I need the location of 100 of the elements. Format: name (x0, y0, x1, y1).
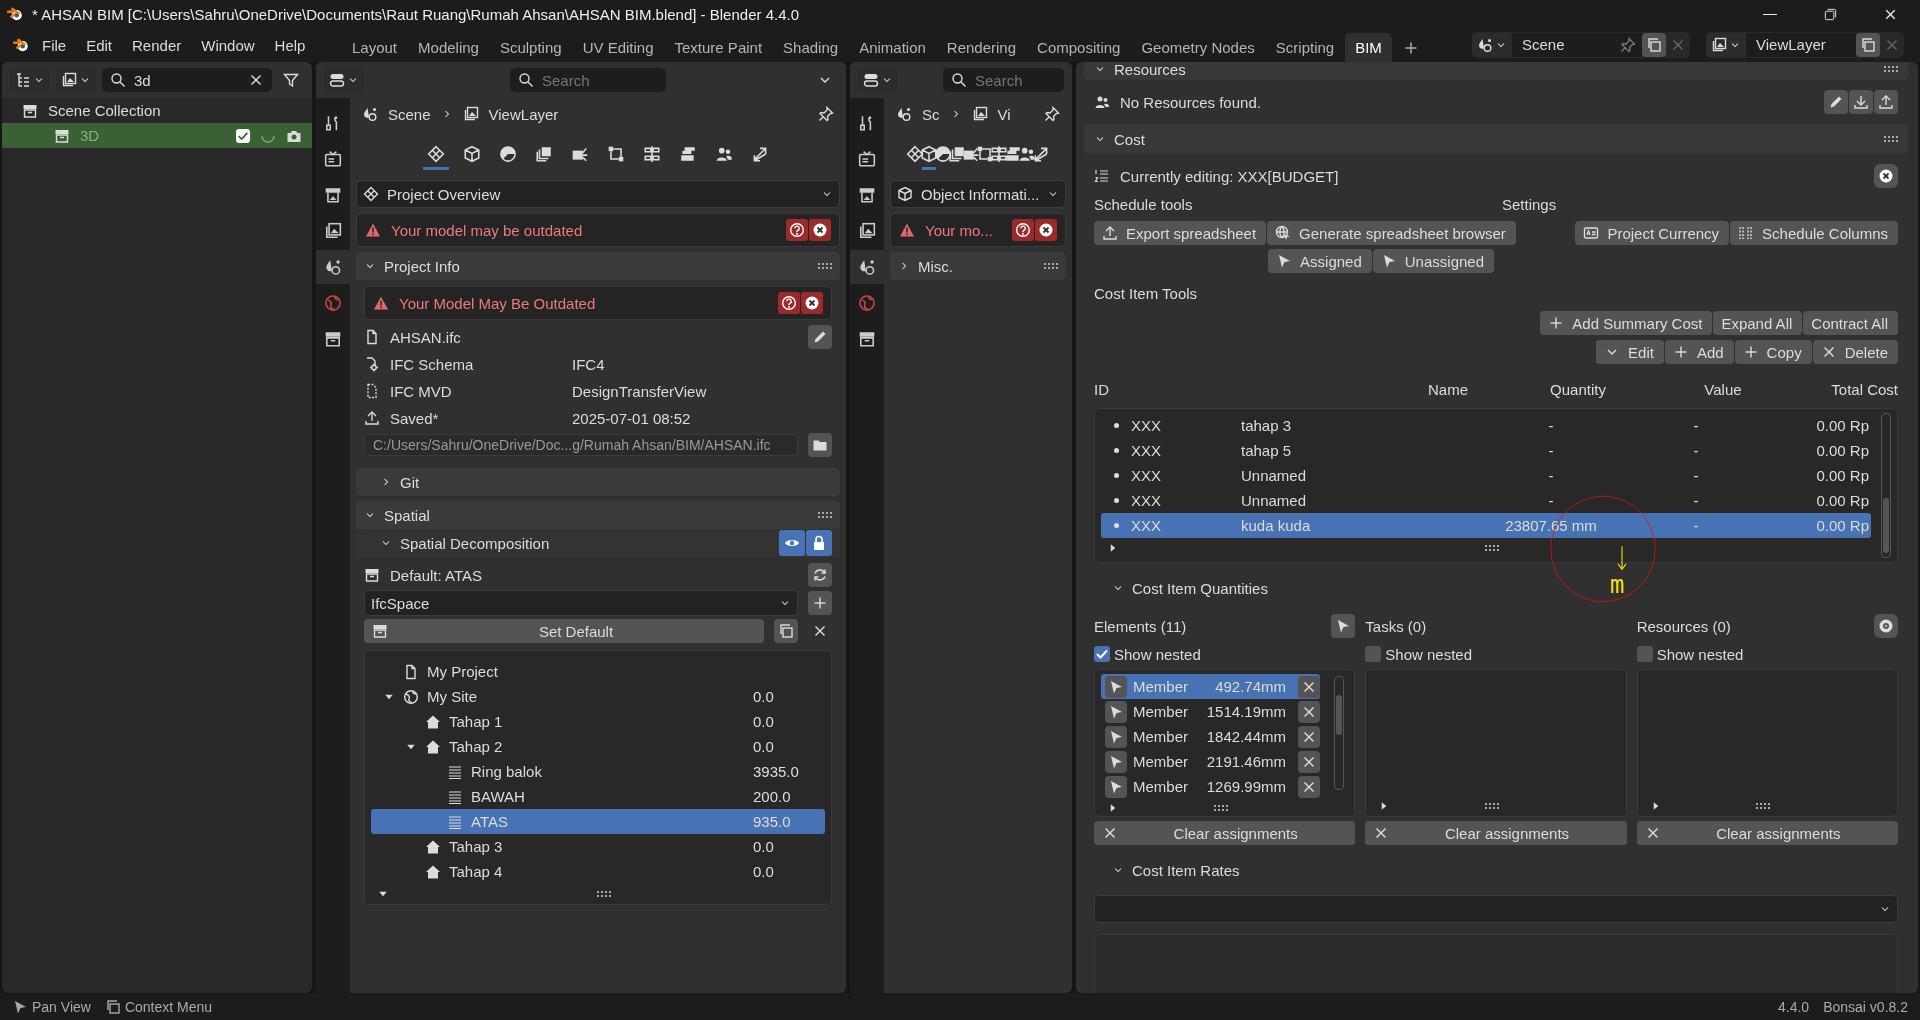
panel-title: Git (400, 473, 420, 491)
cost-item-row[interactable]: XXX kuda kuda 23807.65 mm - 0.00 Rp (1101, 513, 1871, 538)
schedule-columns-button[interactable]: Schedule Columns (1730, 221, 1898, 245)
menu-item[interactable]: Window (193, 32, 263, 58)
table-cell-text: - (1692, 442, 1700, 459)
column-header: Quantity (1549, 380, 1607, 398)
table-cell-text: XXX (1131, 492, 1162, 509)
cost-item-row[interactable]: XXX tahap 5 - - 0.00 Rp (1101, 438, 1871, 463)
workspace-tab[interactable]: Rendering (936, 33, 1027, 62)
field-value: 2025-07-01 08:52 (572, 409, 691, 427)
element-row[interactable]: Member 2191.46mm (1101, 749, 1320, 774)
generate-browser-button[interactable]: Generate spreadsheet browser (1267, 221, 1516, 245)
project-currency-button[interactable]: Project Currency (1575, 221, 1730, 245)
panel-title: Cost (1114, 130, 1146, 148)
element-row[interactable]: Member 492.74mm (1101, 674, 1320, 699)
workspace-tab[interactable]: Modeling (408, 33, 489, 62)
tree-item[interactable]: Tahap 2 0.0 (371, 734, 825, 759)
field-value: DesignTransferView (572, 382, 707, 400)
panel-title: Resources (1114, 62, 1187, 78)
workspace-tab[interactable]: Texture Paint (664, 33, 773, 62)
contract-all-button[interactable]: Contract All (1803, 311, 1898, 335)
subpanel-header[interactable]: Cost Item Quantities (1084, 573, 1278, 603)
file-path-field[interactable]: C:/Users/Sahru/OneDrive/Doc...g/Rumah Ahsan/BIM/AHSAN.ifc (364, 434, 798, 456)
panel-dropdown[interactable]: Project Overview (356, 180, 840, 208)
workspace-tab[interactable]: Shading (773, 33, 849, 62)
table-cell-text: - (1692, 467, 1700, 484)
column-header: Total Cost (1830, 380, 1898, 398)
table-cell-text: 0.00 Rp (1815, 442, 1870, 459)
menu-item[interactable]: Help (266, 32, 314, 58)
tree-item[interactable]: Tahap 3 0.0 (371, 834, 825, 859)
annotation-mark: m (1610, 572, 1625, 598)
search-field[interactable]: Search (510, 68, 666, 92)
cost-item-action-button[interactable]: Delete (1812, 340, 1898, 364)
elevation-value: 200.0 (753, 788, 792, 805)
warning-text: Your Model May Be Outdated (399, 294, 597, 312)
breadcrumb-item: Scene (388, 105, 431, 123)
clear-assignments-button[interactable]: Clear assignments (1365, 821, 1627, 845)
workspace-tab[interactable]: UV Editing (572, 33, 664, 62)
cost-item-row[interactable]: XXX tahap 3 - - 0.00 Rp (1101, 413, 1871, 438)
panel-header[interactable]: Cost (1084, 124, 1908, 154)
table-cell-text: - (1547, 467, 1555, 484)
workspace-tab[interactable]: Geometry Nodes (1131, 33, 1265, 62)
table-cell-text: kuda kuda (1241, 517, 1312, 534)
cost-item-row[interactable]: XXX Unnamed - - 0.00 Rp (1101, 463, 1871, 488)
workspace-tab[interactable]: Sculpting (489, 33, 572, 62)
class-dropdown[interactable]: IfcSpace (364, 590, 798, 616)
select-filter-button[interactable]: Assigned (1268, 249, 1372, 273)
workspace-tab[interactable]: Scripting (1265, 33, 1345, 62)
warning-text: Your model may be outdated (391, 221, 584, 239)
table-cell-text: 0.00 Rp (1815, 417, 1870, 434)
workspace-tab[interactable]: Compositing (1027, 33, 1131, 62)
file-name: AHSAN.ifc (390, 328, 462, 346)
workspace-tab[interactable]: Layout (342, 33, 408, 62)
field-label: IFC Schema (390, 355, 475, 373)
export-spreadsheet-button[interactable]: Export spreadsheet (1094, 221, 1267, 245)
view-layer-field[interactable]: ViewLayer (1746, 33, 1856, 57)
elevation-value: 0.0 (753, 688, 775, 705)
status-hint: Pan View (32, 998, 91, 1015)
workspace-tab[interactable]: BIM (1345, 33, 1392, 62)
tree-item-label: ATAS (471, 813, 509, 830)
menu-item[interactable]: File (34, 32, 75, 58)
clear-assignments-button[interactable]: Clear assignments (1636, 821, 1898, 845)
tree-item[interactable]: Tahap 4 0.0 (371, 859, 825, 884)
outliner-item[interactable]: Scene Collection (2, 98, 312, 123)
add-summary-cost-button[interactable]: Add Summary Cost (1540, 311, 1713, 335)
element-row[interactable]: Member 1842.44mm (1101, 724, 1320, 749)
menu-item[interactable]: Render (124, 32, 190, 58)
panel-header[interactable]: Resources (1084, 62, 1908, 80)
table-cell-text: - (1547, 442, 1555, 459)
version-label: 4.4.0 (1778, 998, 1810, 1015)
scene-field[interactable]: Scene (1512, 33, 1614, 57)
default-container-label: Default: ATAS (390, 566, 483, 584)
workspace-tab[interactable]: Animation (849, 33, 936, 62)
filter-field[interactable]: 3d (102, 68, 272, 92)
tree-item[interactable]: BAWAH 200.0 (371, 784, 825, 809)
cost-item-action-button[interactable]: Edit (1596, 340, 1664, 364)
tree-item[interactable]: My Site 0.0 (371, 684, 825, 709)
table-cell-text: Unnamed (1241, 467, 1308, 484)
panel-dropdown[interactable]: Object Informati... (890, 180, 1066, 208)
tree-item[interactable]: Tahap 1 0.0 (371, 709, 825, 734)
clear-assignments-button[interactable]: Clear assignments (1094, 821, 1356, 845)
select-filter-button[interactable]: Unassigned (1372, 249, 1494, 273)
elevation-value: 0.0 (753, 738, 775, 755)
set-default-button[interactable]: Set Default (364, 619, 764, 643)
cost-item-row[interactable]: XXX Unnamed - - 0.00 Rp (1101, 488, 1871, 513)
element-quantity: 492.74mm (1214, 678, 1287, 695)
element-quantity: 1842.44mm (1205, 728, 1287, 745)
menu-item[interactable]: Edit (78, 32, 121, 58)
tree-item[interactable]: Ring balok 3935.0 (371, 759, 825, 784)
search-field[interactable]: Search (943, 68, 1064, 92)
expand-all-button[interactable]: Expand All (1713, 311, 1803, 335)
element-row[interactable]: Member 1514.19mm (1101, 699, 1320, 724)
tree-item[interactable]: My Project (371, 659, 825, 684)
cost-item-action-button[interactable]: Copy (1734, 340, 1812, 364)
subpanel-header[interactable]: Spatial Decomposition (356, 529, 840, 557)
element-row[interactable]: Member 1269.99mm (1101, 774, 1320, 799)
panel-title: Cost Item Rates (1132, 861, 1240, 879)
cost-item-action-button[interactable]: Add (1664, 340, 1734, 364)
subpanel-header[interactable]: Cost Item Rates (1084, 855, 1250, 885)
tree-item[interactable]: ATAS 935.0 (371, 809, 825, 834)
